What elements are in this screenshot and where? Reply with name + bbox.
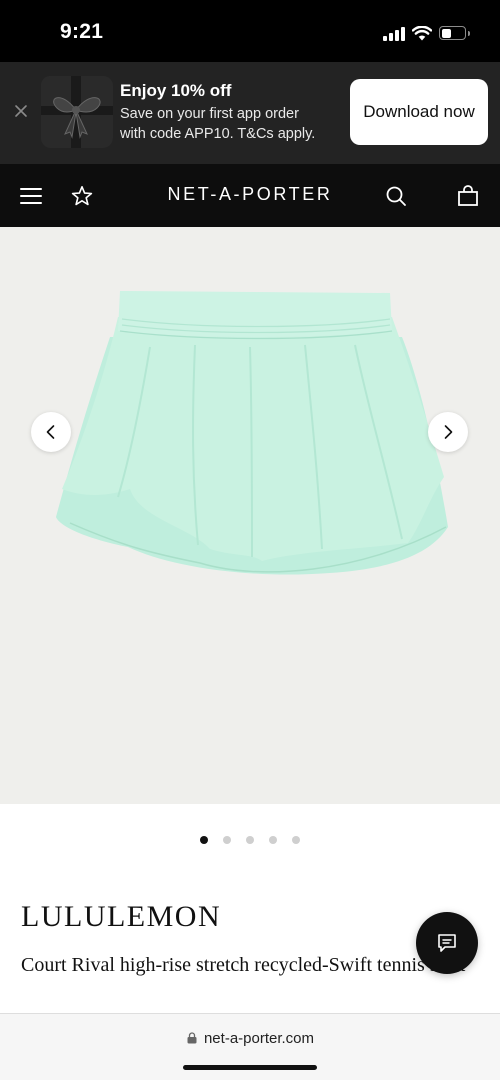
previous-image-button[interactable] <box>31 412 71 452</box>
battery-icon <box>439 26 470 40</box>
chevron-right-icon <box>444 425 453 439</box>
promo-title: Enjoy 10% off <box>120 81 232 100</box>
wifi-icon <box>412 25 432 40</box>
lock-icon <box>187 1032 197 1044</box>
status-bar: 9:21 <box>0 0 500 62</box>
promo-description-line-2: with code APP10. T&Cs apply. <box>120 126 316 142</box>
chat-icon <box>438 934 456 952</box>
gift-ribbon-icon <box>41 76 113 148</box>
product-designer[interactable]: LULULEMON <box>21 900 221 934</box>
pagination-dot[interactable] <box>246 836 254 844</box>
browser-address-bar[interactable]: net-a-porter.com <box>0 1013 500 1080</box>
brand-logo[interactable]: NET-A-PORTER <box>0 184 500 205</box>
chat-button[interactable] <box>416 912 478 974</box>
chevron-left-icon <box>46 425 55 439</box>
close-icon[interactable] <box>12 102 30 120</box>
shopping-bag-icon[interactable] <box>456 184 480 208</box>
home-indicator[interactable] <box>183 1065 317 1070</box>
status-icons <box>383 23 470 43</box>
product-image-gallery[interactable] <box>0 227 500 804</box>
site-header: NET-A-PORTER <box>0 164 500 227</box>
pagination-dot[interactable] <box>269 836 277 844</box>
gift-box-image <box>41 76 113 148</box>
pagination-dot[interactable] <box>223 836 231 844</box>
app-promo-banner: Enjoy 10% off Save on your first app ord… <box>0 62 500 164</box>
pagination-dot[interactable] <box>292 836 300 844</box>
url-text: net-a-porter.com <box>203 1030 315 1047</box>
next-image-button[interactable] <box>428 412 468 452</box>
gallery-pagination <box>0 836 500 846</box>
search-icon[interactable] <box>384 184 408 208</box>
product-image <box>56 291 448 575</box>
cellular-signal-icon <box>383 26 405 41</box>
download-now-button[interactable]: Download now <box>350 79 488 145</box>
url-display[interactable]: net-a-porter.com <box>0 1030 500 1047</box>
pagination-dot[interactable] <box>200 836 208 844</box>
promo-description-line-1: Save on your first app order <box>120 106 299 122</box>
status-time: 9:21 <box>60 20 104 43</box>
